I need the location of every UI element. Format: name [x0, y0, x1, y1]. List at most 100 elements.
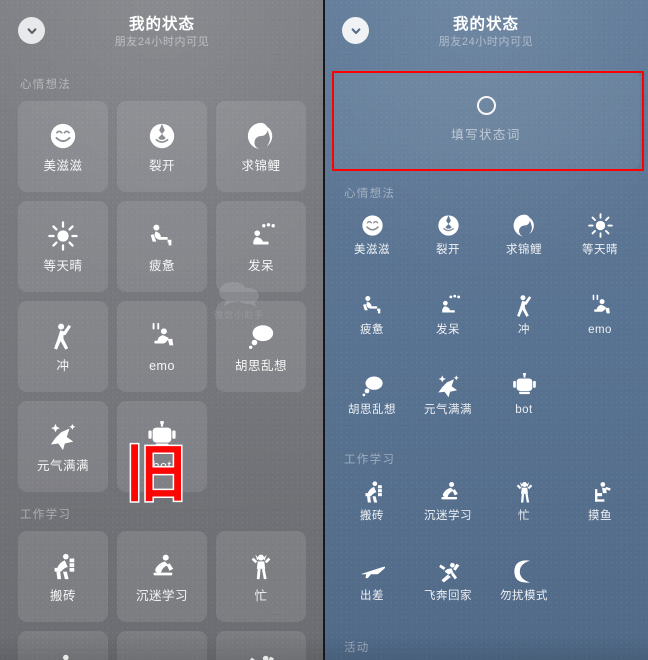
status-option-label: 搬砖: [49, 588, 76, 603]
status-option-label: 求锦鲤: [506, 244, 542, 256]
page-subtitle: 朋友24小时内可见: [438, 36, 534, 48]
status-option-label: 沉迷学习: [424, 510, 472, 522]
status-option-label: 元气满满: [424, 404, 472, 416]
status-option[interactable]: 飞奔回家: [410, 555, 486, 621]
status-option[interactable]: 发呆: [410, 289, 486, 355]
status-option-label: 忙: [254, 588, 268, 603]
daze-person-icon: [246, 221, 276, 251]
status-option-label: 飞奔回家: [424, 590, 472, 602]
cracked-face-icon: [147, 121, 177, 151]
status-option[interactable]: 胡思乱想: [334, 369, 410, 435]
tired-person-icon: [360, 293, 385, 318]
sparkle-star-icon: [48, 421, 78, 451]
status-option[interactable]: 裂开: [117, 101, 207, 192]
status-option-label: 美滋滋: [354, 244, 390, 256]
status-option[interactable]: 飞奔回家: [216, 631, 306, 660]
comparison-stage: 我的状态 朋友24小时内可见 心情想法 美滋滋 裂开 求锦鲤 等天晴 疲惫 发呆冲 emo 胡…: [0, 0, 648, 660]
status-option[interactable]: 沉迷学习: [410, 475, 486, 541]
status-option-label: 冲: [56, 358, 70, 373]
status-option-label: 勿扰模式: [500, 590, 548, 602]
old-panel-header: 我的状态 朋友24小时内可见: [0, 0, 324, 62]
status-option-label: 裂开: [148, 158, 175, 173]
status-option-label: 美滋滋: [43, 158, 83, 173]
moon-icon: [512, 559, 537, 584]
section-title-activity: 活动: [344, 642, 370, 654]
status-option-label: 发呆: [436, 324, 460, 336]
slacking-icon: [48, 651, 78, 660]
section-title-mood: 心情想法: [20, 79, 72, 91]
status-option[interactable]: 等天晴: [562, 209, 638, 275]
studying-icon: [436, 479, 461, 504]
page-title: 我的状态: [452, 16, 519, 33]
old-status-panel: 我的状态 朋友24小时内可见 心情想法 美滋滋 裂开 求锦鲤等天晴 疲惫 发呆冲 emo 胡…: [0, 0, 324, 660]
status-option[interactable]: bot: [486, 369, 562, 435]
old-version-marker: 旧: [123, 437, 188, 510]
status-option-label: 等天晴: [43, 258, 83, 273]
status-option-label: 疲惫: [360, 324, 384, 336]
airplane-icon: [360, 559, 385, 584]
status-option[interactable]: 搬砖: [334, 475, 410, 541]
status-option-label: 元气满满: [36, 458, 89, 473]
work-grid-old: 搬砖 沉迷学习 忙摸鱼出差飞奔回家: [0, 531, 324, 660]
status-option[interactable]: 忙: [486, 475, 562, 541]
status-option-label: 出差: [360, 590, 384, 602]
page-title: 我的状态: [128, 16, 195, 33]
status-option[interactable]: 求锦鲤: [216, 101, 306, 192]
status-option[interactable]: 疲惫: [117, 201, 207, 292]
busy-person-icon: [512, 479, 537, 504]
status-option[interactable]: 疲惫: [334, 289, 410, 355]
status-option-label: 疲惫: [148, 258, 175, 273]
status-option-label: 摸鱼: [588, 510, 612, 522]
status-option[interactable]: 等天晴: [18, 201, 108, 292]
status-option[interactable]: 摸鱼: [18, 631, 108, 660]
status-option[interactable]: 美滋滋: [18, 101, 108, 192]
page-subtitle: 朋友24小时内可见: [114, 36, 210, 48]
status-option[interactable]: 沉迷学习: [117, 531, 207, 622]
status-composer[interactable]: 填写状态词: [332, 70, 640, 169]
section-title-mood: 心情想法: [344, 188, 396, 200]
slacking-icon: [588, 479, 613, 504]
status-option-label: emo: [149, 358, 175, 373]
bricklayer-icon: [360, 479, 385, 504]
status-option-label: 等天晴: [582, 244, 618, 256]
status-option[interactable]: emo: [117, 301, 207, 392]
status-option-label: 沉迷学习: [135, 588, 188, 603]
work-grid-new: 搬砖 沉迷学习 忙 摸鱼出差 飞奔回家 勿扰模式: [324, 475, 648, 621]
status-option[interactable]: 求锦鲤: [486, 209, 562, 275]
status-option[interactable]: 元气满满: [410, 369, 486, 435]
airplane-icon: [147, 651, 177, 660]
thought-bubble-icon: [360, 373, 385, 398]
sun-icon: [587, 213, 613, 238]
status-option-label: 冲: [518, 324, 530, 336]
status-option[interactable]: 元气满满: [18, 401, 108, 492]
status-option[interactable]: 裂开: [410, 209, 486, 275]
koi-fish-icon: [512, 213, 537, 238]
running-home-icon: [436, 559, 461, 584]
status-option-label: 搬砖: [360, 510, 384, 522]
status-option[interactable]: 冲: [18, 301, 108, 392]
smiling-face-icon: [360, 213, 385, 238]
charging-person-icon: [512, 293, 537, 318]
tired-person-icon: [147, 221, 177, 251]
status-option[interactable]: 摸鱼: [562, 475, 638, 541]
circle-ring-icon: [476, 96, 496, 115]
section-title-work: 工作学习: [344, 454, 396, 466]
status-option[interactable]: 出差: [117, 631, 207, 660]
status-option[interactable]: 出差: [334, 555, 410, 621]
status-option[interactable]: 冲: [486, 289, 562, 355]
status-option[interactable]: 搬砖: [18, 531, 108, 622]
smiling-face-icon: [48, 121, 78, 151]
status-option[interactable]: 胡思乱想: [216, 301, 306, 392]
status-option-label: 发呆: [247, 258, 274, 273]
status-option-label: 忙: [518, 510, 530, 522]
status-option[interactable]: emo: [562, 289, 638, 355]
daze-person-icon: [436, 293, 461, 318]
mood-grid-old: 美滋滋 裂开 求锦鲤 等天晴 疲惫 发呆冲 emo 胡思乱想 元气满满 bot: [0, 101, 324, 492]
new-panel-header: 我的状态 朋友24小时内可见: [324, 0, 648, 62]
status-option[interactable]: 勿扰模式: [486, 555, 562, 621]
status-composer-label: 填写状态词: [451, 128, 521, 142]
status-option[interactable]: 忙: [216, 531, 306, 622]
status-option[interactable]: 美滋滋: [334, 209, 410, 275]
status-option[interactable]: 发呆: [216, 201, 306, 292]
busy-person-icon: [246, 551, 276, 581]
